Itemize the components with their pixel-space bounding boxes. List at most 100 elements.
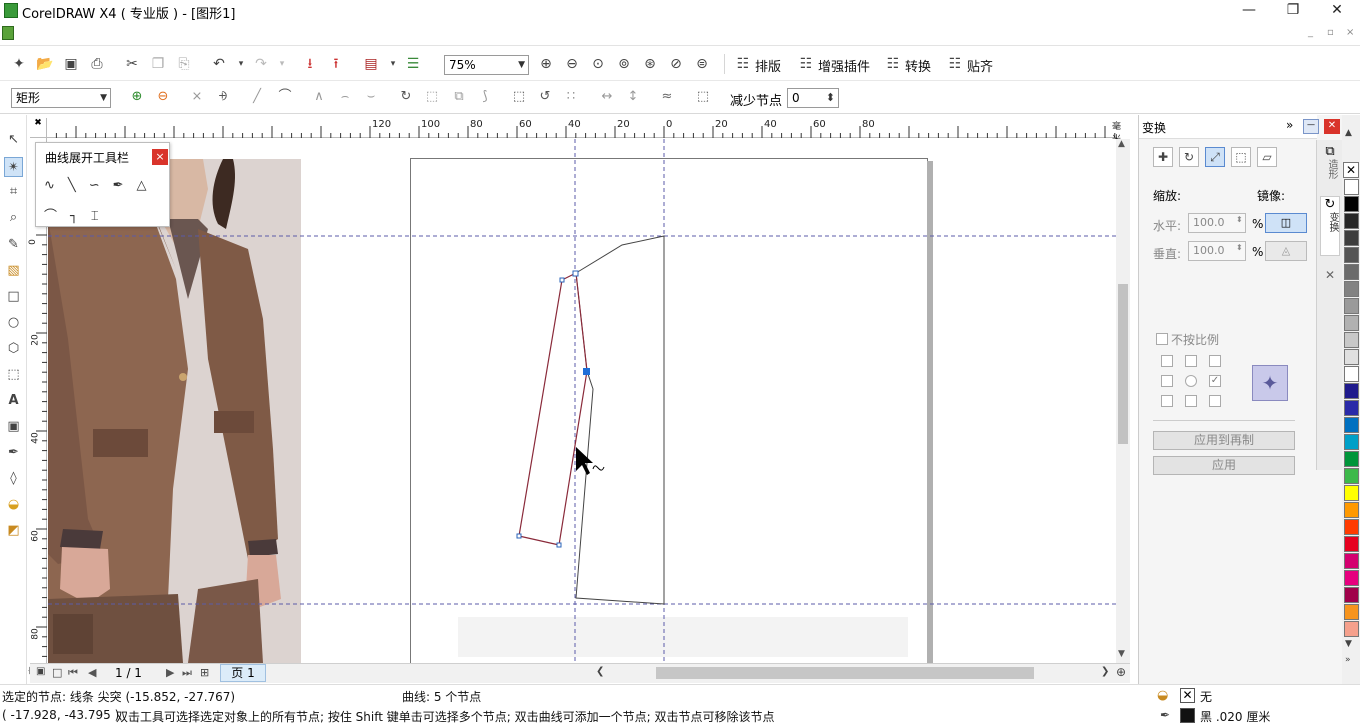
curve-node[interactable]: [556, 542, 562, 548]
flyout-close-button[interactable]: ×: [152, 149, 168, 165]
plugins-icon[interactable]: ☷: [797, 55, 815, 73]
selected-node[interactable]: [583, 368, 590, 375]
open-folder-icon[interactable]: 📂: [36, 55, 54, 73]
zoom-navigator-icon[interactable]: ⊕: [1116, 665, 1126, 679]
convert-icon[interactable]: ☷: [884, 55, 902, 73]
extend-curve-icon[interactable]: ⬚: [423, 88, 441, 106]
doc-close-button[interactable]: ×: [1346, 27, 1354, 38]
color-swatch[interactable]: [1344, 366, 1359, 382]
spinner-icon[interactable]: ⬍: [1236, 215, 1243, 224]
tab-close-icon[interactable]: ✕: [1325, 268, 1335, 282]
color-swatch[interactable]: [1344, 400, 1359, 416]
three-point-curve-icon[interactable]: ⌒: [44, 209, 70, 224]
redo-icon[interactable]: ↷: [252, 55, 270, 73]
color-swatch[interactable]: [1344, 587, 1359, 603]
anchor-bottom-center[interactable]: [1185, 395, 1197, 407]
interactive-fill-tool-icon[interactable]: ◩: [4, 521, 23, 541]
first-page-icon[interactable]: ⏮: [68, 666, 78, 680]
print-icon[interactable]: ⎙: [88, 55, 106, 73]
drawing-canvas[interactable]: [48, 139, 1116, 663]
zoom-selected-icon[interactable]: ⊙: [589, 55, 607, 73]
select-all-nodes-icon[interactable]: ⬚: [694, 88, 712, 106]
anchor-bottom-right[interactable]: [1209, 395, 1221, 407]
fill-swatch[interactable]: ✕: [1180, 688, 1195, 703]
zoom-level-select[interactable]: 75% ▼: [444, 55, 529, 75]
outline-tool-icon[interactable]: ◊: [4, 469, 23, 489]
auto-close-icon[interactable]: ⟆: [476, 88, 494, 106]
polyline-icon[interactable]: △: [137, 178, 160, 193]
plugins-button[interactable]: 增强插件: [818, 56, 870, 75]
launcher-dropdown-icon[interactable]: ▾: [384, 55, 402, 73]
align-nodes-icon[interactable]: ∷: [562, 88, 580, 106]
color-swatch[interactable]: [1344, 519, 1359, 535]
bezier-icon[interactable]: ╲: [68, 178, 89, 193]
zoom-page-icon[interactable]: ⊛: [641, 55, 659, 73]
page-tab[interactable]: 页 1: [220, 664, 266, 682]
spinner-icon[interactable]: ⬍: [1236, 243, 1243, 252]
add-node-icon[interactable]: ⊕: [128, 88, 146, 106]
reduce-nodes-input[interactable]: 0 ⬍: [787, 88, 839, 108]
smooth-node-icon[interactable]: ⌢: [336, 88, 354, 106]
curve-node[interactable]: [516, 533, 522, 539]
shape-type-select[interactable]: 矩形 ▼: [11, 88, 111, 108]
last-page-icon[interactable]: ⏭: [182, 666, 192, 680]
rotate-nodes-icon[interactable]: ↺: [536, 88, 554, 106]
rectangle-tool-icon[interactable]: □: [4, 287, 23, 307]
color-swatch[interactable]: [1344, 468, 1359, 484]
color-swatch[interactable]: [1344, 332, 1359, 348]
paste-icon[interactable]: ⎘: [175, 55, 193, 73]
to-line-icon[interactable]: ╱: [248, 88, 266, 106]
undo-dropdown-icon[interactable]: ▾: [232, 55, 250, 73]
apply-to-duplicate-button[interactable]: 应用到再制: [1153, 431, 1295, 450]
cusp-node-icon[interactable]: ∧: [310, 88, 328, 106]
anchor-center[interactable]: [1185, 375, 1197, 387]
garment-panel-shape[interactable]: [575, 235, 665, 605]
outline-swatch[interactable]: [1180, 708, 1195, 723]
tab-transform[interactable]: ↻ 变换: [1320, 196, 1340, 256]
zoom-height-icon[interactable]: ⊜: [693, 55, 711, 73]
text-tool-icon[interactable]: A: [4, 391, 23, 411]
export-icon[interactable]: ⭱: [327, 55, 345, 73]
to-curve-icon[interactable]: ⌒: [276, 88, 294, 106]
fill-tool-icon[interactable]: ◒: [4, 495, 23, 515]
color-swatch[interactable]: [1344, 553, 1359, 569]
zoom-all-objects-icon[interactable]: ⊚: [615, 55, 633, 73]
anchor-top-right[interactable]: [1209, 355, 1221, 367]
color-swatch[interactable]: [1344, 451, 1359, 467]
scroll-thumb[interactable]: [1118, 284, 1128, 444]
layout-icon[interactable]: ☷: [734, 55, 752, 73]
color-swatch[interactable]: [1344, 264, 1359, 280]
scroll-up-icon[interactable]: ▲: [1118, 139, 1125, 149]
size-icon[interactable]: ⬚: [1231, 147, 1251, 167]
curve-node[interactable]: [559, 277, 565, 283]
zoom-tool-icon[interactable]: ⌕: [4, 208, 23, 228]
minimize-button[interactable]: —: [1226, 0, 1272, 22]
vertical-scrollbar[interactable]: ▲ ▼: [1116, 139, 1130, 663]
dimension-icon[interactable]: ⌶: [91, 209, 112, 224]
position-icon[interactable]: ✚: [1153, 147, 1173, 167]
mirror-horizontal-button[interactable]: ◫: [1265, 213, 1307, 233]
zoom-out-icon[interactable]: ⊖: [563, 55, 581, 73]
copy-icon[interactable]: ❐: [149, 55, 167, 73]
color-swatch[interactable]: [1344, 417, 1359, 433]
reverse-direction-icon[interactable]: ↻: [397, 88, 415, 106]
curve-node[interactable]: [572, 270, 579, 277]
selected-curve[interactable]: [518, 272, 588, 546]
crop-tool-icon[interactable]: ⌗: [4, 182, 23, 202]
color-swatch[interactable]: [1344, 196, 1359, 212]
anchor-middle-right[interactable]: ✓: [1209, 375, 1221, 387]
docker-expand-icon[interactable]: »: [1286, 118, 1293, 132]
reflect-vertical-icon[interactable]: ↕: [624, 88, 642, 106]
import-icon[interactable]: ⭳: [301, 55, 319, 73]
apply-button[interactable]: 应用: [1153, 456, 1295, 475]
color-swatch[interactable]: [1344, 179, 1359, 195]
color-swatch[interactable]: [1344, 502, 1359, 518]
horizontal-ruler[interactable]: 12010080604020020406080 毫米: [47, 118, 1121, 145]
scroll-right-icon[interactable]: ❯: [1101, 666, 1109, 677]
nonproportional-checkbox[interactable]: [1156, 333, 1168, 345]
cut-icon[interactable]: ✂: [123, 55, 141, 73]
extract-subpath-icon[interactable]: ⧉: [450, 88, 468, 106]
reflect-horizontal-icon[interactable]: ↔: [598, 88, 616, 106]
view-manager-icon[interactable]: ▣: [36, 666, 45, 677]
color-swatch[interactable]: [1344, 485, 1359, 501]
